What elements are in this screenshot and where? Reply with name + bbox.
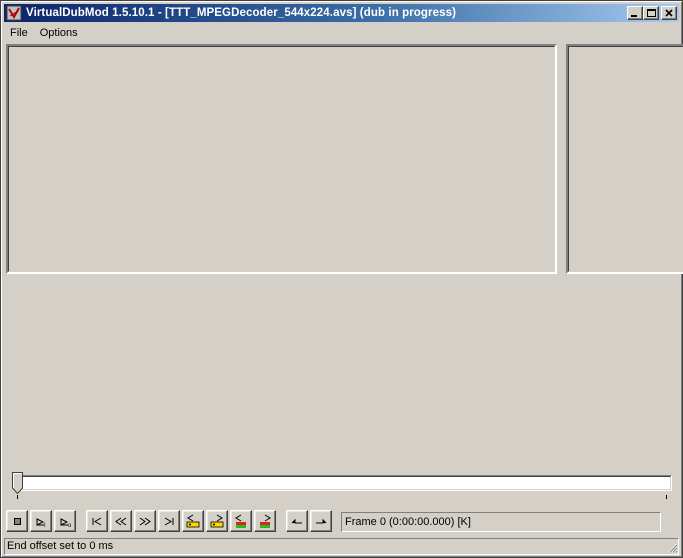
play-output-button[interactable]: o (54, 510, 76, 532)
window-title: VirtualDubMod 1.5.10.1 - [TTT_MPEGDecode… (26, 7, 457, 19)
prev-keyframe-button[interactable] (182, 510, 204, 532)
scene-back-icon (235, 514, 246, 528)
close-icon (665, 9, 673, 17)
next-keyframe-button[interactable] (206, 510, 228, 532)
play-output-icon: o (60, 518, 72, 529)
status-text: End offset set to 0 ms (7, 540, 114, 552)
key-forward-icon (210, 514, 224, 528)
menu-file[interactable]: File (4, 24, 34, 42)
close-button[interactable] (661, 6, 677, 20)
slider-thumb[interactable] (12, 472, 23, 494)
slider-end-tick (666, 495, 667, 499)
end-button[interactable] (158, 510, 180, 532)
title-bar[interactable]: VirtualDubMod 1.5.10.1 - [TTT_MPEGDecode… (4, 4, 679, 22)
minimize-button[interactable] (627, 6, 643, 20)
next-scene-button[interactable] (254, 510, 276, 532)
go-start-icon (92, 517, 102, 526)
prev-frame-button[interactable] (110, 510, 132, 532)
mark-out-icon (316, 518, 327, 524)
main-window: VirtualDubMod 1.5.10.1 - [TTT_MPEGDecode… (0, 0, 683, 558)
menu-bar: File Options (4, 24, 84, 42)
status-bar: End offset set to 0 ms (4, 538, 679, 555)
maximize-button[interactable] (643, 6, 659, 20)
virtualdub-icon[interactable] (6, 5, 22, 21)
mark-in-icon (291, 518, 302, 524)
start-button[interactable] (86, 510, 108, 532)
input-video-pane[interactable] (6, 44, 557, 274)
minimize-icon (631, 15, 637, 17)
step-forward-icon (139, 517, 151, 526)
resize-grip-icon[interactable] (666, 541, 678, 553)
key-back-icon (186, 514, 200, 528)
frame-indicator: Frame 0 (0:00:00.000) [K] (341, 512, 661, 532)
slider-start-tick (17, 495, 18, 499)
play-input-icon: I (36, 518, 46, 529)
maximize-icon (647, 9, 656, 17)
mark-out-button[interactable] (310, 510, 332, 532)
stop-button[interactable] (6, 510, 28, 532)
step-back-icon (115, 517, 127, 526)
svg-text:I: I (44, 523, 46, 529)
go-end-icon (164, 517, 174, 526)
stop-icon (14, 518, 21, 525)
position-slider[interactable] (14, 475, 672, 491)
play-input-button[interactable]: I (30, 510, 52, 532)
svg-text:o: o (68, 523, 72, 529)
next-frame-button[interactable] (134, 510, 156, 532)
menu-options[interactable]: Options (34, 24, 84, 42)
output-video-pane[interactable] (566, 44, 683, 274)
window-controls (627, 6, 677, 20)
prev-scene-button[interactable] (230, 510, 252, 532)
scene-forward-icon (260, 514, 271, 528)
mark-in-button[interactable] (286, 510, 308, 532)
